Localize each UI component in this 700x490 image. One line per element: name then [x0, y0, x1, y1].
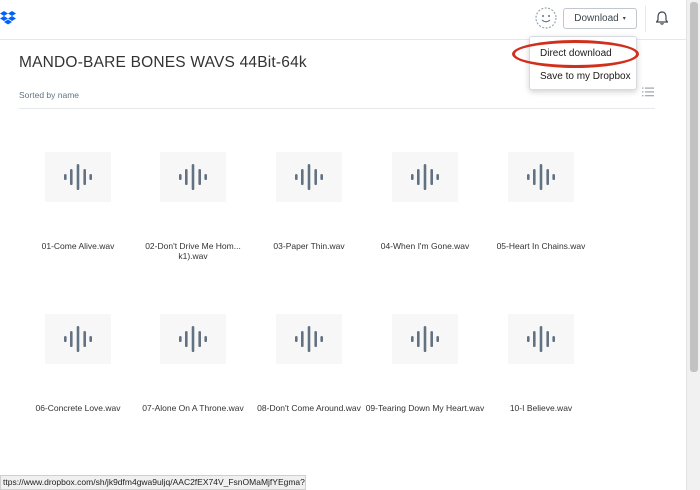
file-name[interactable]: 05-Heart In Chains.wav	[481, 241, 601, 251]
top-bar: Download ▾	[0, 0, 686, 40]
download-button[interactable]: Download ▾	[563, 8, 637, 29]
file-name[interactable]: 09-Tearing Down My Heart.wav	[365, 403, 485, 413]
page-title: MANDO-BARE BONES WAVS 44Bit-64k	[19, 54, 307, 71]
file-thumbnail[interactable]	[160, 152, 226, 202]
file-name[interactable]: 04-When I'm Gone.wav	[365, 241, 485, 251]
file-thumbnail[interactable]	[45, 152, 111, 202]
file-name[interactable]: 02-Don't Drive Me Hom... k1).wav	[133, 241, 253, 261]
chevron-down-icon: ▾	[622, 16, 626, 22]
header-separator	[19, 108, 655, 109]
file-name[interactable]: 06-Concrete Love.wav	[18, 403, 138, 413]
list-view-icon[interactable]	[642, 87, 654, 97]
audio-waveform-icon	[179, 164, 207, 190]
file-name[interactable]: 10-I Believe.wav	[481, 403, 601, 413]
audio-waveform-icon	[295, 164, 323, 190]
file-thumbnail[interactable]	[45, 314, 111, 364]
file-thumbnail[interactable]	[392, 314, 458, 364]
audio-waveform-icon	[179, 326, 207, 352]
menu-item-direct-download[interactable]: Direct download	[530, 42, 636, 65]
file-name[interactable]: 01-Come Alive.wav	[18, 241, 138, 251]
scrollbar-thumb[interactable]	[690, 2, 698, 372]
bell-icon[interactable]	[654, 10, 670, 26]
file-thumbnail[interactable]	[276, 314, 342, 364]
audio-waveform-icon	[64, 164, 92, 190]
audio-waveform-icon	[295, 326, 323, 352]
header-divider	[645, 6, 646, 32]
sort-label[interactable]: Sorted by name	[19, 90, 79, 100]
file-thumbnail[interactable]	[160, 314, 226, 364]
avatar-icon[interactable]	[535, 7, 557, 29]
file-name[interactable]: 08-Don't Come Around.wav	[249, 403, 369, 413]
audio-waveform-icon	[527, 164, 555, 190]
file-thumbnail[interactable]	[508, 152, 574, 202]
download-button-label: Download	[574, 13, 619, 24]
file-name[interactable]: 07-Alone On A Throne.wav	[133, 403, 253, 413]
audio-waveform-icon	[411, 326, 439, 352]
file-name[interactable]: 03-Paper Thin.wav	[249, 241, 369, 251]
audio-waveform-icon	[411, 164, 439, 190]
menu-item-save-to-dropbox[interactable]: Save to my Dropbox	[530, 65, 636, 88]
download-menu: Direct download Save to my Dropbox	[529, 36, 637, 90]
dropbox-icon[interactable]	[0, 10, 16, 26]
audio-waveform-icon	[64, 326, 92, 352]
audio-waveform-icon	[527, 326, 555, 352]
status-bar-url: ttps://www.dropbox.com/sh/jk9dfm4gwa9ulj…	[0, 475, 306, 490]
file-thumbnail[interactable]	[508, 314, 574, 364]
file-thumbnail[interactable]	[276, 152, 342, 202]
file-thumbnail[interactable]	[392, 152, 458, 202]
scrollbar[interactable]	[686, 0, 700, 490]
